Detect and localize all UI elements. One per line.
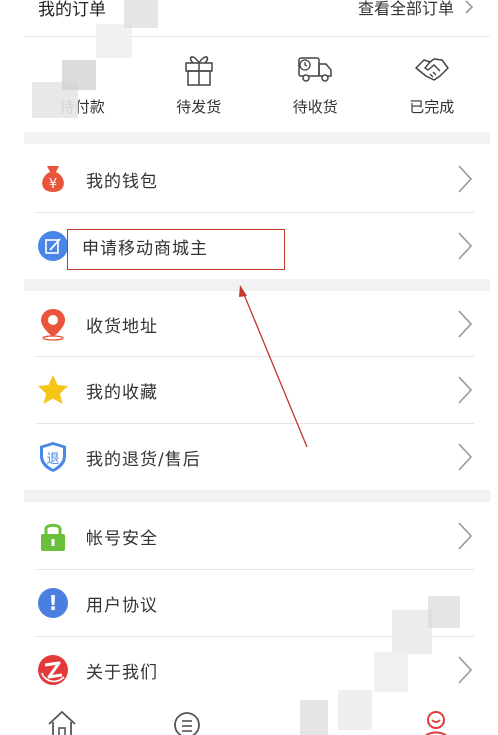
order-tab-label: 待发货 <box>176 98 222 116</box>
menu-item-label: 我的退货/售后 <box>86 449 201 470</box>
chevron-right-icon <box>458 443 473 471</box>
gift-icon <box>185 56 213 86</box>
profile-icon <box>425 711 447 735</box>
chevron-right-icon <box>458 656 473 684</box>
order-section-title: 我的订单 <box>38 0 106 20</box>
yuan-symbol: ¥ <box>49 177 57 192</box>
chevron-right-icon <box>458 376 473 404</box>
edit-icon <box>38 231 68 261</box>
home-icon <box>48 710 76 735</box>
order-header: 我的订单 查看全部订单 <box>24 0 490 28</box>
info-icon: ! <box>38 588 68 618</box>
chevron-right-icon <box>458 310 473 338</box>
order-tab-label: 已完成 <box>409 98 455 116</box>
watermark-blur <box>392 610 432 654</box>
menu-item-label: 关于我们 <box>86 662 158 683</box>
order-tab-label: 待收货 <box>292 98 338 116</box>
brand-logo-icon <box>38 655 68 685</box>
chevron-right-icon <box>458 522 473 550</box>
order-tab-completed[interactable]: 已完成 <box>382 44 482 117</box>
divider <box>24 36 490 37</box>
watermark-blur <box>96 24 132 58</box>
watermark-blur <box>124 0 158 28</box>
tab-cart[interactable] <box>281 700 341 735</box>
tab-profile[interactable] <box>406 700 466 735</box>
lock-icon <box>41 523 65 551</box>
chevron-right-icon <box>458 165 473 193</box>
watermark-blur <box>428 596 460 628</box>
tab-category[interactable] <box>157 700 217 735</box>
handshake-icon <box>415 58 449 81</box>
order-tab-pending-shipment[interactable]: 待发货 <box>149 44 249 117</box>
section-gap <box>24 490 490 502</box>
order-tab-pending-receipt[interactable]: 待收货 <box>265 44 365 117</box>
menu-item-label: 我的钱包 <box>86 171 158 192</box>
view-all-orders-label: 查看全部订单 <box>357 0 454 18</box>
location-pin-icon <box>41 309 65 341</box>
menu-item-favorites[interactable]: 我的收藏 <box>24 357 490 423</box>
chevron-right-icon <box>465 0 474 14</box>
menu-item-label: 我的收藏 <box>86 382 158 403</box>
return-symbol: 退 <box>46 452 59 467</box>
menu-item-account-security[interactable]: 帐号安全 <box>24 503 490 569</box>
truck-icon <box>298 57 332 82</box>
watermark-blur <box>62 60 96 90</box>
menu-item-label: 帐号安全 <box>86 528 158 549</box>
menu-item-returns[interactable]: 退 我的退货/售后 <box>24 424 490 490</box>
money-bag-icon: ¥ <box>42 166 64 192</box>
shield-return-icon: 退 <box>40 442 66 472</box>
category-icon <box>173 712 200 735</box>
exclamation-symbol: ! <box>48 591 57 615</box>
star-icon <box>38 375 68 404</box>
section-gap <box>24 132 490 144</box>
menu-item-label: 用户协议 <box>86 595 158 616</box>
watermark-blur <box>374 652 408 692</box>
tab-home[interactable] <box>32 700 92 735</box>
section-gap <box>24 279 490 291</box>
bottom-tab-bar <box>0 700 498 735</box>
chevron-right-icon <box>458 232 473 260</box>
menu-item-address[interactable]: 收货地址 <box>24 291 490 357</box>
view-all-orders-link[interactable]: 查看全部订单 <box>358 0 476 19</box>
menu-item-wallet[interactable]: ¥ 我的钱包 <box>24 146 490 212</box>
menu-item-label: 收货地址 <box>86 316 158 337</box>
annotation-highlight-box <box>67 229 285 270</box>
